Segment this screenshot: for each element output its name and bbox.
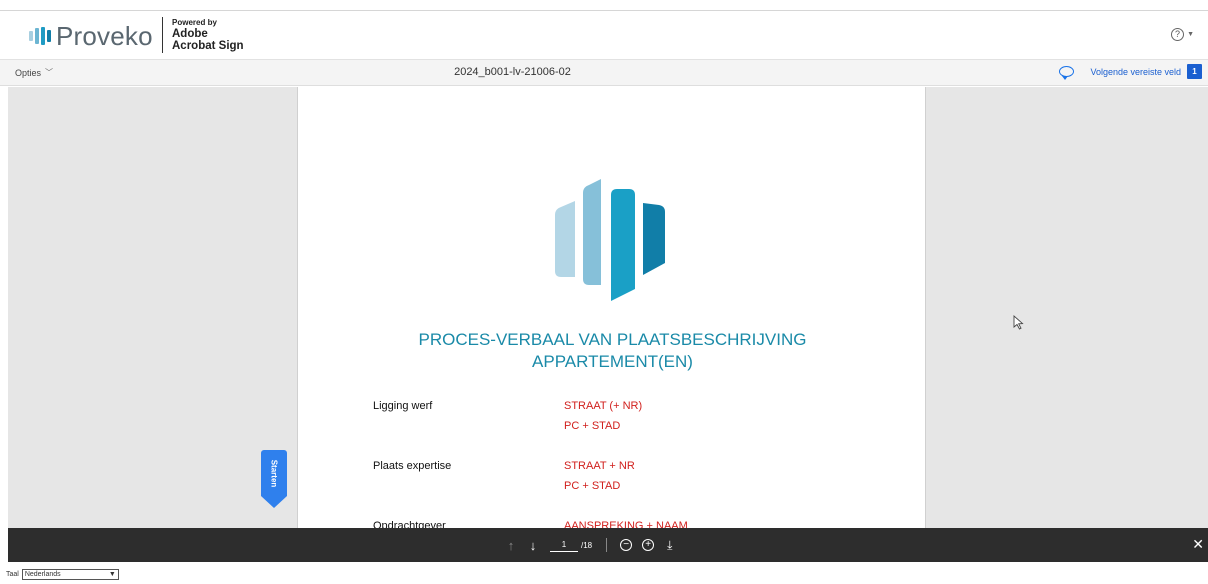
proveko-logo: Proveko bbox=[29, 23, 153, 49]
language-selector: Taal Nederlands ▼ bbox=[6, 569, 119, 580]
start-button-label: Starten bbox=[269, 459, 279, 487]
document-title: 2024_b001-lv-21006-02 bbox=[454, 66, 571, 78]
next-page-arrow-down-icon[interactable]: ↓ bbox=[522, 538, 544, 553]
zoom-in-icon[interactable]: + bbox=[642, 539, 655, 551]
page-navigation-controls: ↑ ↓ 1 /18 − + ⤓ bbox=[500, 536, 673, 554]
opdrachtgever-label: Opdrachtgever bbox=[373, 520, 446, 528]
ligging-werf-city-field[interactable]: PC + STAD bbox=[564, 420, 620, 432]
help-icon: ? bbox=[1171, 28, 1185, 41]
powered-by-adobe: Powered by Adobe Acrobat Sign bbox=[162, 17, 244, 53]
comment-icon[interactable] bbox=[1059, 66, 1075, 80]
total-pages: /18 bbox=[581, 540, 593, 550]
mouse-cursor-icon bbox=[1013, 315, 1024, 330]
logo-text: Proveko bbox=[56, 21, 153, 51]
acrobat-sign-label: Acrobat Sign bbox=[172, 40, 244, 52]
plaats-expertise-street-field[interactable]: STRAAT + NR bbox=[564, 460, 635, 472]
proveko-document-logo-icon bbox=[555, 179, 665, 301]
caret-down-icon: ▼ bbox=[1187, 31, 1194, 38]
plaats-expertise-label: Plaats expertise bbox=[373, 460, 452, 472]
opdrachtgever-field[interactable]: AANSPREKING + NAAM bbox=[564, 520, 688, 528]
app-header: Proveko Powered by Adobe Acrobat Sign ? … bbox=[0, 11, 1208, 60]
start-button[interactable]: Starten bbox=[261, 450, 287, 508]
previous-page-arrow-up-icon[interactable]: ↑ bbox=[500, 538, 522, 553]
heading-line-1: PROCES-VERBAAL VAN PLAATSBESCHRIJVING bbox=[418, 330, 807, 349]
current-page-input[interactable]: 1 bbox=[550, 538, 578, 552]
download-icon[interactable]: ⤓ bbox=[667, 538, 672, 553]
document-page: PROCES-VERBAAL VAN PLAATSBESCHRIJVING AP… bbox=[297, 87, 926, 528]
heading-line-2: APPARTEMENT(EN) bbox=[532, 352, 693, 371]
chevron-down-icon: ▼ bbox=[108, 571, 116, 578]
nav-separator bbox=[606, 538, 608, 552]
language-selected-value: Nederlands bbox=[24, 571, 61, 578]
close-icon[interactable]: ✕ bbox=[1192, 536, 1204, 553]
required-field-count-badge: 1 bbox=[1187, 64, 1202, 79]
document-heading: PROCES-VERBAAL VAN PLAATSBESCHRIJVING AP… bbox=[298, 329, 927, 373]
proveko-logo-icon bbox=[29, 27, 51, 45]
zoom-out-icon[interactable]: − bbox=[620, 539, 633, 551]
help-menu-button[interactable]: ? ▼ bbox=[1171, 28, 1194, 41]
language-select[interactable]: Nederlands ▼ bbox=[21, 569, 119, 580]
document-toolbar: Opties ﹀ 2024_b001-lv-21006-02 Volgende … bbox=[0, 60, 1208, 86]
document-viewer[interactable]: PROCES-VERBAAL VAN PLAATSBESCHRIJVING AP… bbox=[8, 87, 1208, 528]
language-label: Taal bbox=[6, 571, 19, 578]
next-required-field[interactable]: Volgende vereiste veld 1 bbox=[1059, 64, 1202, 80]
page-navigation-bar: ↑ ↓ 1 /18 − + ⤓ ✕ bbox=[8, 528, 1208, 562]
ligging-werf-street-field[interactable]: STRAAT (+ NR) bbox=[564, 400, 642, 412]
ligging-werf-label: Ligging werf bbox=[373, 400, 433, 412]
adobe-label: Adobe bbox=[172, 28, 208, 40]
powered-by-label: Powered by bbox=[172, 18, 217, 27]
next-required-field-label[interactable]: Volgende vereiste veld bbox=[1090, 67, 1181, 77]
plaats-expertise-city-field[interactable]: PC + STAD bbox=[564, 480, 620, 492]
